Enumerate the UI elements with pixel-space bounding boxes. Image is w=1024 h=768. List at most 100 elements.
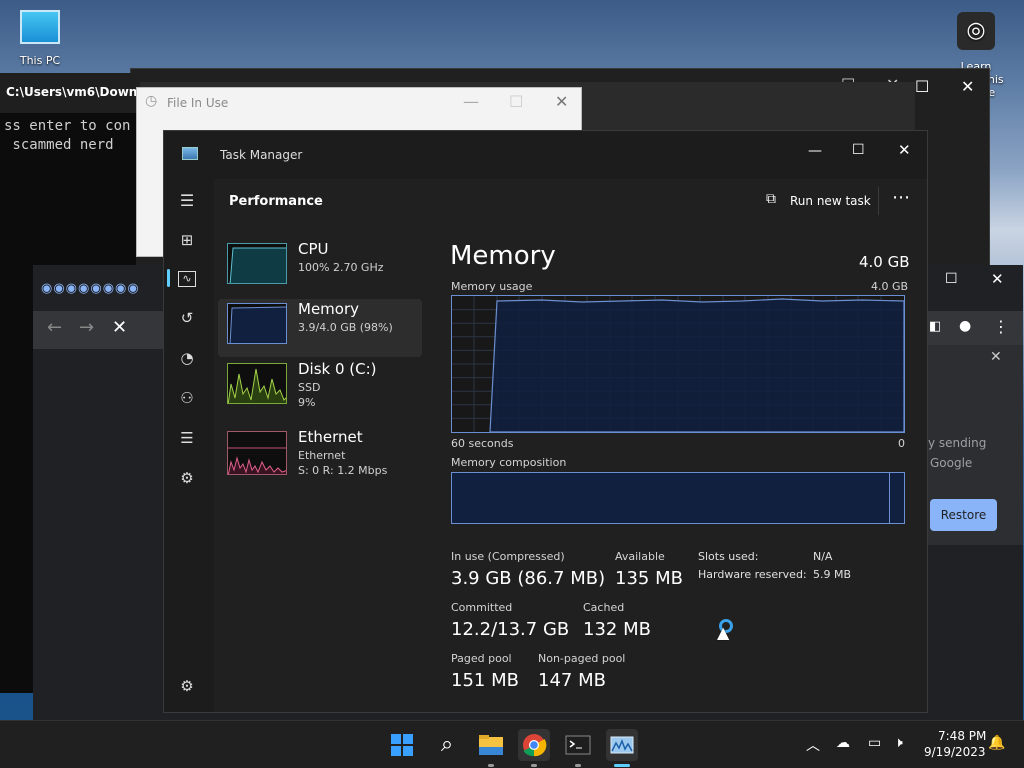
memory-heading: Memory <box>450 241 556 271</box>
running-indicator-explorer <box>488 764 494 767</box>
console-line: ss enter to con <box>4 118 131 134</box>
windows-logo-icon <box>391 734 413 756</box>
time-axis-left: 60 seconds <box>451 437 514 450</box>
show-hidden-icons-icon[interactable]: ︿ <box>806 735 820 755</box>
close-icon[interactable]: ✕ <box>555 92 568 111</box>
maximize-icon[interactable]: ☐ <box>852 142 865 158</box>
slots-used-value: N/A <box>813 550 833 563</box>
memory-name: Memory <box>298 300 360 318</box>
start-button[interactable] <box>386 729 418 761</box>
chrome-menu-icon[interactable]: ⋮ <box>993 317 1009 336</box>
disk-thumb-graph <box>228 368 286 403</box>
hamburger-menu-icon[interactable]: ☰ <box>176 191 198 213</box>
task-manager-title: Task Manager <box>220 148 303 162</box>
maximize-icon[interactable]: ☐ <box>509 92 523 111</box>
terminal-icon <box>565 735 591 755</box>
task-manager-nav: ☰ ⊞ ∿ ↺ ◔ ⚇ ☰ ⚙ ⚙ <box>164 179 214 712</box>
file-in-use-title: File In Use <box>167 96 229 110</box>
chrome-maximize-icon[interactable]: ☐ <box>945 271 958 287</box>
users-icon[interactable]: ⚇ <box>176 389 198 411</box>
chrome-button[interactable] <box>518 729 550 761</box>
terminal-button[interactable] <box>562 729 594 761</box>
chrome-tabs[interactable]: ◉◉◉◉◉◉◉◉ <box>41 281 140 296</box>
clock-icon: ◷ <box>145 93 158 109</box>
memory-usage-graph <box>451 295 905 433</box>
clock-date[interactable]: 9/19/2023 <box>924 745 986 759</box>
perf-item-ethernet[interactable]: Ethernet Ethernet S: 0 R: 1.2 Mbps <box>218 425 422 489</box>
paged-pool-label: Paged pool <box>451 652 512 665</box>
task-manager-titlebar[interactable]: Task Manager — ☐ ✕ <box>164 131 927 179</box>
console-line: scammed nerd <box>4 137 114 153</box>
app-history-icon[interactable]: ↺ <box>176 309 198 331</box>
maximize-icon-2[interactable]: ☐ <box>915 77 929 96</box>
processes-icon[interactable]: ⊞ <box>176 231 198 253</box>
details-icon[interactable]: ☰ <box>176 429 198 451</box>
monitor-icon <box>20 10 60 44</box>
services-icon[interactable]: ⚙ <box>176 469 198 491</box>
available-value: 135 MB <box>615 568 683 589</box>
memory-thumb-graph <box>229 306 286 343</box>
forward-icon[interactable]: → <box>79 317 94 338</box>
task-manager-button[interactable] <box>606 729 638 761</box>
ethernet-thumb-graph <box>228 447 286 474</box>
stop-icon[interactable]: ✕ <box>112 317 127 338</box>
settings-icon[interactable]: ⚙ <box>176 677 198 699</box>
perf-item-memory[interactable]: Memory 3.9/4.0 GB (98%) <box>218 299 422 357</box>
memory-composition-bar <box>451 472 905 524</box>
startup-apps-icon[interactable]: ◔ <box>176 349 198 371</box>
restore-button[interactable]: Restore <box>930 499 997 531</box>
task-manager-icon <box>182 147 198 160</box>
disk-type: SSD <box>298 381 321 394</box>
chrome-icon <box>523 734 547 757</box>
ethernet-name: Ethernet <box>298 428 363 446</box>
committed-value: 12.2/13.7 GB <box>451 619 570 640</box>
cpu-thumbnail <box>227 243 287 284</box>
perf-item-disk[interactable]: Disk 0 (C:) SSD 9% <box>218 359 422 423</box>
popup-text-line-2: Google <box>930 456 973 470</box>
onedrive-icon[interactable]: ☁ <box>836 735 850 751</box>
more-options-icon[interactable]: ⋯ <box>892 187 910 208</box>
cpu-name: CPU <box>298 240 329 258</box>
available-label: Available <box>615 550 665 563</box>
search-button[interactable]: ⌕ <box>431 729 463 761</box>
chrome-close-icon[interactable]: ✕ <box>991 270 1004 288</box>
memory-usage-svg <box>452 296 905 433</box>
performance-icon[interactable]: ∿ <box>178 271 196 287</box>
in-use-value: 3.9 GB (86.7 MB) <box>451 568 606 589</box>
close-icon[interactable]: ✕ <box>898 141 911 159</box>
ethernet-thumbnail <box>227 431 287 475</box>
cached-label: Cached <box>583 601 625 614</box>
clock-time[interactable]: 7:48 PM <box>938 729 986 743</box>
popup-close-icon[interactable]: ✕ <box>990 349 1002 365</box>
close-icon-2[interactable]: ✕ <box>961 77 974 96</box>
taskbar: ⌕ ︿ ☁ ▭ 🕨 7:48 PM 9/19/2023 🔔 <box>0 720 1024 768</box>
folder-icon <box>479 735 503 755</box>
performance-selected-indicator <box>167 269 170 287</box>
file-explorer-button[interactable] <box>475 729 507 761</box>
sidebar-icon[interactable]: ◧ <box>929 319 941 334</box>
notification-bell-icon[interactable]: 🔔 <box>988 735 1005 751</box>
slots-used-label: Slots used: <box>698 550 759 563</box>
minimize-icon[interactable]: — <box>808 143 822 159</box>
nonpaged-pool-label: Non-paged pool <box>538 652 626 665</box>
task-manager-taskbar-icon <box>610 736 634 754</box>
nonpaged-pool-value: 147 MB <box>538 670 606 691</box>
console-output: ss enter to con scammed nerd <box>0 113 136 159</box>
network-icon[interactable]: ▭ <box>868 735 881 751</box>
back-icon[interactable]: ← <box>47 317 62 338</box>
running-indicator-taskmgr <box>614 764 630 767</box>
memory-total: 4.0 GB <box>859 253 910 271</box>
volume-muted-icon[interactable]: 🕨 <box>894 735 903 751</box>
memory-detail: 3.9/4.0 GB (98%) <box>298 321 393 334</box>
paged-pool-value: 151 MB <box>451 670 519 691</box>
pointer-cursor-icon: ▲ <box>717 623 730 642</box>
task-manager-window[interactable]: Task Manager — ☐ ✕ ☰ ⊞ ∿ ↺ ◔ ⚇ ☰ ⚙ ⚙ Per… <box>163 130 928 713</box>
cpu-thumb-graph <box>229 247 286 283</box>
section-title: Performance <box>229 194 323 209</box>
this-pc-icon[interactable]: This PC <box>12 10 68 67</box>
disk-usage: 9% <box>298 396 316 409</box>
profile-icon[interactable]: ● <box>959 318 971 334</box>
perf-item-cpu[interactable]: CPU 100% 2.70 GHz <box>218 239 422 299</box>
ethernet-throughput: S: 0 R: 1.2 Mbps <box>298 464 388 477</box>
minimize-icon[interactable]: — <box>463 92 479 111</box>
